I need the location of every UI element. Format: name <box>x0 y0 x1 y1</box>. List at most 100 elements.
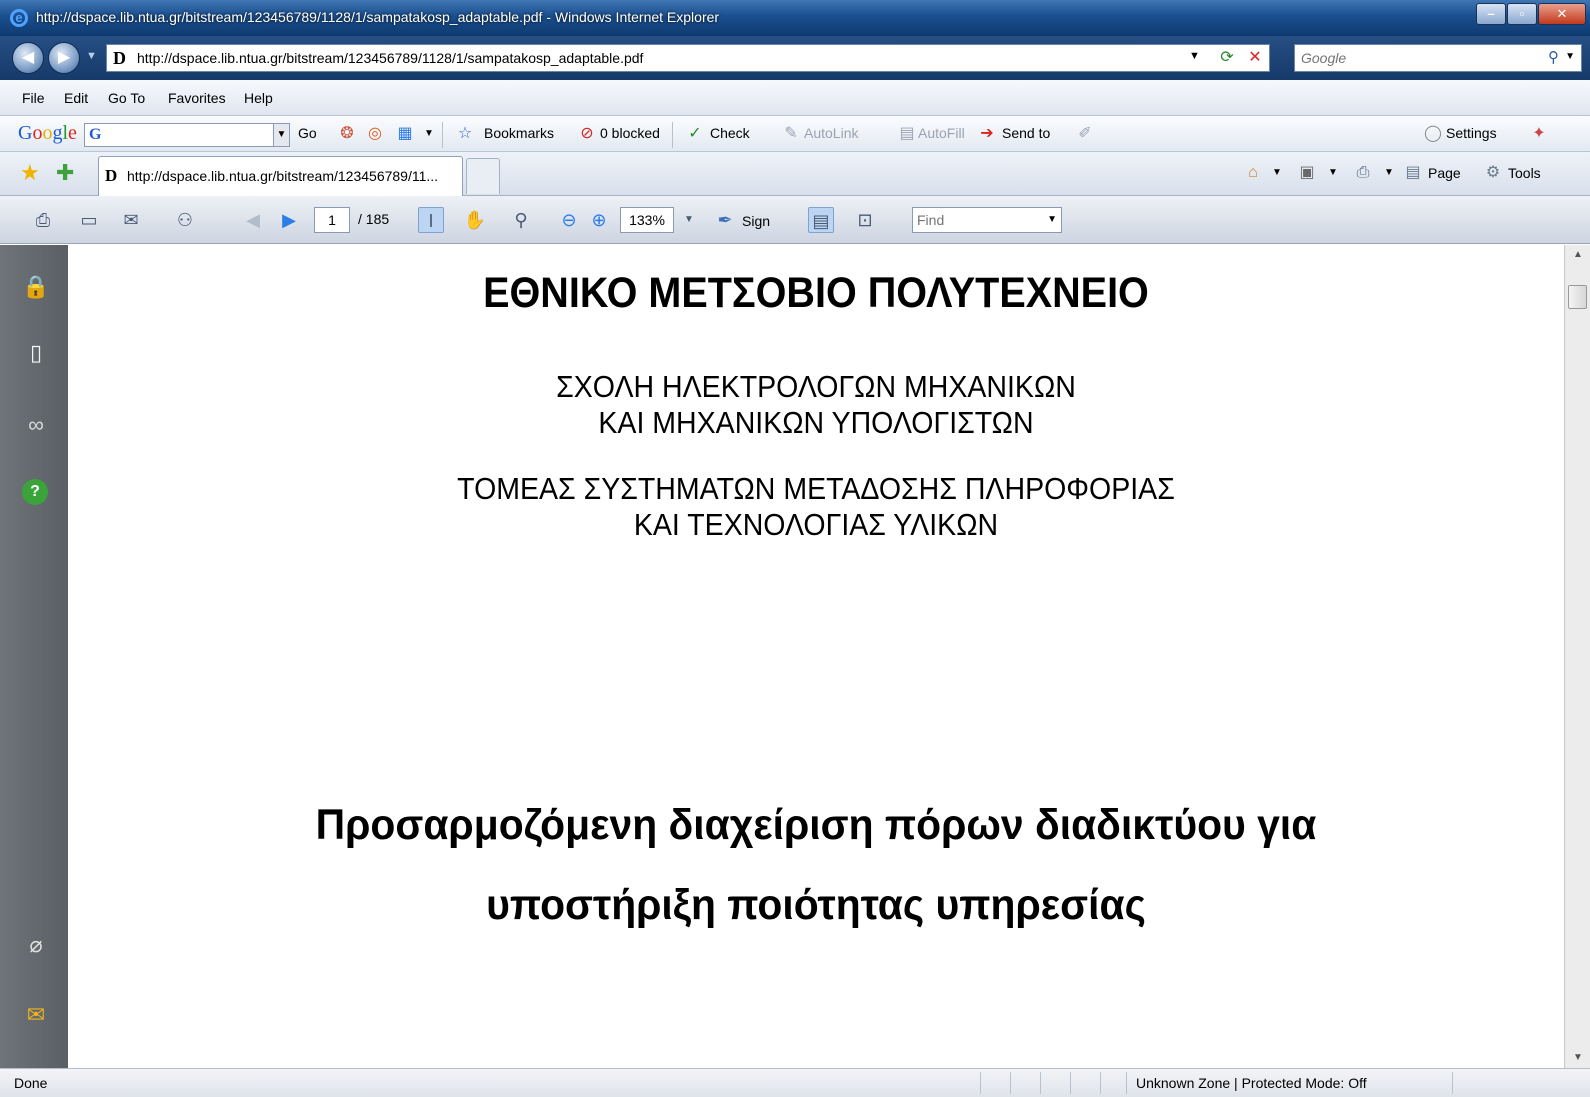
popup-blocker-icon: ⊘ <box>580 125 594 142</box>
pdf-share-icon[interactable]: ⚇ <box>172 207 198 233</box>
zoom-out-icon[interactable]: ⊖ <box>556 207 582 233</box>
find-box[interactable]: ▼ <box>912 207 1062 233</box>
home-icon[interactable]: ⌂ <box>1242 162 1264 184</box>
close-button[interactable]: ✕ <box>1538 3 1586 25</box>
tab-active[interactable]: D http://dspace.lib.ntua.gr/bitstream/12… <box>98 156 463 196</box>
back-button[interactable]: ◀ <box>12 42 44 74</box>
dspace-favicon-icon: D <box>105 166 118 185</box>
sign-pen-icon: ✒ <box>717 210 733 230</box>
university-heading: ΕΘΝΙΚΟ ΜΕΤΣΟΒΙΟ ΠΟΛΥΤΕΧΝΕΙΟ <box>483 269 1149 317</box>
comments-icon[interactable]: ✉ <box>22 1001 50 1029</box>
sign-button[interactable]: Sign <box>742 213 770 229</box>
menu-edit[interactable]: Edit <box>64 90 88 106</box>
menu-favorites[interactable]: Favorites <box>168 90 226 106</box>
status-text: Done <box>14 1075 48 1091</box>
home-dropdown-icon[interactable]: ▼ <box>1266 162 1288 184</box>
google-search-dropdown-icon[interactable]: ▼ <box>273 124 289 146</box>
print-dropdown-icon[interactable]: ▼ <box>1378 162 1400 184</box>
department-line-1: ΤΟΜΕΑΣ ΣΥΣΤΗΜΑΤΩΝ ΜΕΤΑΔΟΣΗΣ ΠΛΗΡΟΦΟΡΙΑΣ <box>457 471 1175 506</box>
fit-page-icon[interactable]: ⊡ <box>852 207 878 233</box>
address-bar[interactable]: D http://dspace.lib.ntua.gr/bitstream/12… <box>106 44 1270 72</box>
autofill-button[interactable]: AutoFill <box>918 125 965 141</box>
settings-button[interactable]: Settings <box>1446 125 1497 141</box>
toolbar-separator <box>442 122 443 148</box>
search-dropdown-icon[interactable]: ▼ <box>1565 51 1575 62</box>
tab-row: ★ ✚ D http://dspace.lib.ntua.gr/bitstrea… <box>0 152 1590 196</box>
feeds-dropdown-icon[interactable]: ▼ <box>1322 162 1344 184</box>
highlighter-icon[interactable]: ✐ <box>1074 123 1096 145</box>
school-line-2: ΚΑΙ ΜΗΧΑΝΙΚΩΝ ΥΠΟΛΟΓΙΣΤΩΝ <box>598 405 1034 440</box>
stop-icon[interactable]: ✕ <box>1243 47 1267 69</box>
zoom-in-icon[interactable]: ⊕ <box>586 207 612 233</box>
autolink-button[interactable]: AutoLink <box>804 125 858 141</box>
tab-label: http://dspace.lib.ntua.gr/bitstream/1234… <box>127 168 439 184</box>
menu-goto[interactable]: Go To <box>108 90 145 106</box>
search-box[interactable]: ⚲ ▼ <box>1294 44 1582 72</box>
page-number-input[interactable]: 1 <box>314 207 350 233</box>
zoom-dropdown-icon[interactable]: ▼ <box>676 207 702 233</box>
print-icon[interactable]: ⎙ <box>1352 162 1374 184</box>
minimize-button[interactable]: – <box>1476 3 1506 25</box>
pdf-email-icon[interactable]: ✉ <box>118 207 144 233</box>
menu-help[interactable]: Help <box>244 90 273 106</box>
find-input[interactable] <box>917 209 1045 231</box>
popup-blocked-count[interactable]: 0 blocked <box>600 125 660 141</box>
scroll-up-icon[interactable]: ▲ <box>1565 245 1590 265</box>
thesis-title-line-1: Προσαρμοζόμενη διαχείριση πόρων διαδικτύ… <box>315 801 1317 849</box>
google-toolbar: Google G ▼ Go ❂ ◎ ▦ ▼ ☆ Bookmarks ⊘ 0 bl… <box>0 116 1590 152</box>
menu-file[interactable]: File <box>22 90 45 106</box>
page-menu-button[interactable]: Page <box>1428 165 1461 181</box>
binoculars-icon[interactable]: ∞ <box>22 411 50 439</box>
google-go-button[interactable]: Go <box>298 125 317 141</box>
school-line-1: ΣΧΟΛΗ ΗΛΕΚΤΡΟΛΟΓΩΝ ΜΗΧΑΝΙΚΩΝ <box>556 369 1076 404</box>
favorites-star-icon[interactable]: ★ <box>20 160 40 186</box>
scroll-down-icon[interactable]: ▼ <box>1565 1048 1590 1068</box>
paperclip-icon[interactable]: ⌀ <box>22 931 50 959</box>
spell-swirl-icon[interactable]: ◎ <box>364 123 386 145</box>
feeds-icon[interactable]: ▣ <box>1296 162 1318 184</box>
pages-icon[interactable]: ▯ <box>22 339 50 367</box>
bookmarks-star-icon: ☆ <box>457 125 473 142</box>
zoom-level[interactable]: 133% <box>620 207 674 233</box>
search-input[interactable] <box>1301 46 1521 70</box>
window-title: http://dspace.lib.ntua.gr/bitstream/1234… <box>36 9 720 25</box>
refresh-icon[interactable]: ⟳ <box>1215 47 1239 69</box>
pdf-save-icon[interactable]: ▭ <box>76 207 102 233</box>
fit-width-icon[interactable]: ▤ <box>808 207 834 233</box>
google-logo: Google <box>18 122 77 144</box>
status-divider <box>1452 1072 1453 1094</box>
forward-button[interactable]: ▶ <box>48 42 80 74</box>
next-page-icon[interactable]: ▶ <box>276 207 302 233</box>
select-tool-icon[interactable]: I <box>418 207 444 233</box>
google-search-field[interactable]: G ▼ <box>84 123 290 147</box>
lock-icon[interactable]: 🔒 <box>22 273 50 301</box>
window-controls: – ▫ ✕ <box>1475 3 1586 25</box>
tools-menu-button[interactable]: Tools <box>1508 165 1541 181</box>
find-dropdown-icon[interactable]: ▼ <box>1047 214 1057 225</box>
zoom-tool-icon[interactable]: ⚲ <box>508 207 534 233</box>
google-apps-icon[interactable]: ▦ <box>394 123 416 145</box>
google-g-icon: G <box>89 126 102 143</box>
security-zone-status[interactable]: Unknown Zone | Protected Mode: Off <box>1136 1075 1367 1091</box>
new-tab-button[interactable] <box>466 158 500 194</box>
pdf-document-area[interactable]: ΕΘΝΙΚΟ ΜΕΤΣΟΒΙΟ ΠΟΛΥΤΕΧΝΕΙΟ ΣΧΟΛΗ ΗΛΕΚΤΡ… <box>68 245 1564 1068</box>
autofill-icon: ▤ <box>899 125 915 142</box>
pagerank-icon[interactable]: ❂ <box>336 123 358 145</box>
help-icon[interactable]: ? <box>22 479 48 505</box>
send-to-button[interactable]: Send to <box>1002 125 1050 141</box>
add-favorite-icon[interactable]: ✚ <box>56 160 74 186</box>
pdf-print-icon[interactable]: ⎙ <box>30 207 56 233</box>
apps-dropdown-icon[interactable]: ▼ <box>418 123 440 145</box>
vertical-scrollbar[interactable]: ▲ ▼ <box>1564 245 1590 1068</box>
restore-button[interactable]: ▫ <box>1507 3 1537 25</box>
history-dropdown-icon[interactable]: ▼ <box>86 50 97 62</box>
spellcheck-button[interactable]: Check <box>710 125 750 141</box>
toolbar-options-icon[interactable]: ✦ <box>1528 123 1550 145</box>
bookmarks-button[interactable]: Bookmarks <box>484 125 554 141</box>
address-dropdown-icon[interactable]: ▼ <box>1189 50 1200 62</box>
previous-page-icon[interactable]: ◀ <box>240 207 266 233</box>
search-icon[interactable]: ⚲ <box>1548 48 1559 66</box>
scroll-thumb[interactable] <box>1568 285 1587 309</box>
hand-tool-icon[interactable]: ✋ <box>462 207 488 233</box>
address-url[interactable]: http://dspace.lib.ntua.gr/bitstream/1234… <box>137 50 643 66</box>
